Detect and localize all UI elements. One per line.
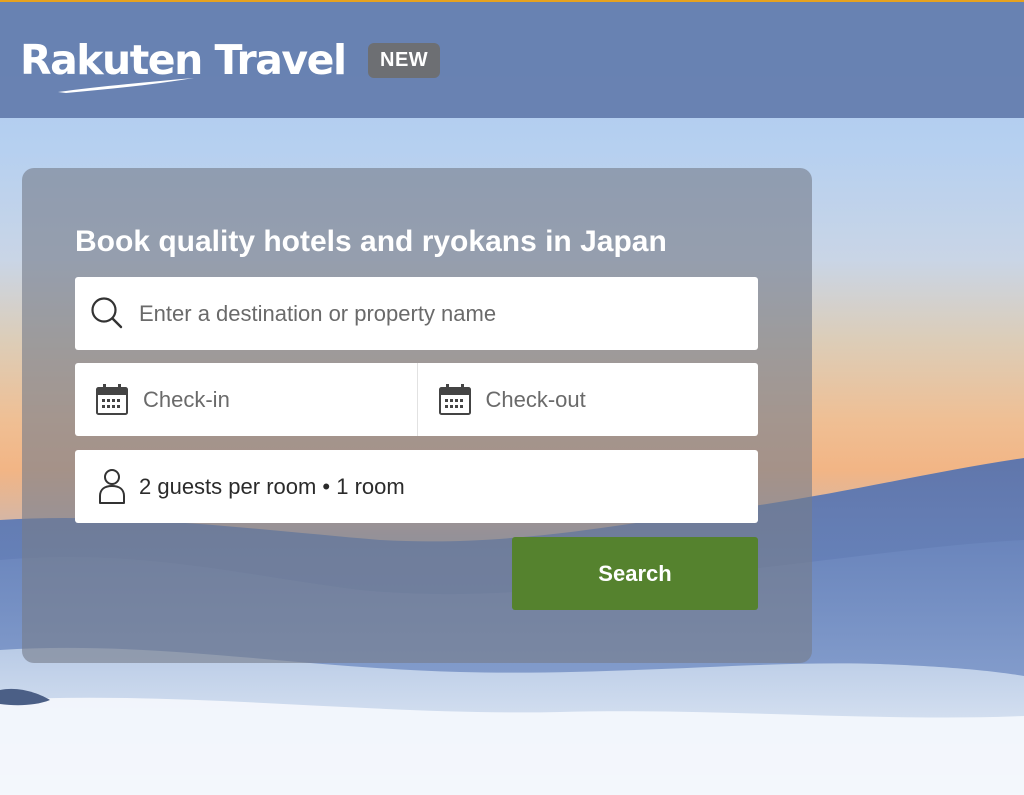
search-icon [89, 295, 127, 333]
guests-rooms-selector[interactable]: 2 guests per room • 1 room [75, 450, 758, 523]
destination-input[interactable] [139, 293, 739, 334]
check-in-field[interactable]: Check-in [75, 363, 417, 436]
calendar-icon [438, 383, 472, 417]
check-out-field[interactable]: Check-out [416, 363, 759, 436]
logo-swoosh-icon [58, 78, 194, 93]
date-fields: Check-in Check-out [75, 363, 758, 436]
guests-rooms-label: 2 guests per room • 1 room [139, 473, 405, 499]
check-in-label: Check-in [143, 386, 230, 412]
calendar-icon [95, 383, 129, 417]
destination-field[interactable] [75, 277, 758, 350]
new-badge: NEW [368, 43, 441, 78]
panel-title: Book quality hotels and ryokans in Japan [75, 225, 667, 258]
site-header: Rakuten Travel NEW [0, 0, 1024, 118]
search-button[interactable]: Search [512, 537, 758, 610]
rakuten-travel-logo[interactable]: Rakuten Travel [20, 32, 350, 96]
search-panel: Book quality hotels and ryokans in Japan [22, 168, 812, 663]
person-icon [97, 468, 127, 506]
check-out-label: Check-out [485, 386, 586, 412]
page: Rakuten Travel NEW Book quality hotels a… [0, 0, 1024, 795]
